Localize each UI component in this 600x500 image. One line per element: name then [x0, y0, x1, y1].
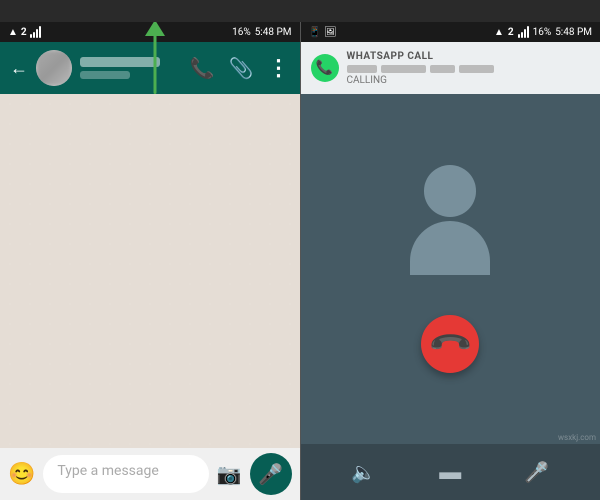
name-block-1	[347, 65, 377, 73]
right-wifi-icon: ▲	[494, 27, 504, 38]
video-button[interactable]: ▬	[430, 452, 470, 492]
message-input[interactable]: Type a message	[43, 455, 208, 493]
name-block-3	[430, 65, 455, 73]
right-signal-bars	[518, 26, 529, 38]
emoji-button[interactable]: 😊	[8, 462, 35, 487]
chat-input-bar: 😊 Type a message 📷 🎤	[0, 448, 300, 500]
right-time: 5:48 PM	[555, 27, 592, 38]
name-block-4	[459, 65, 494, 73]
chat-header: ← 📞 📎 ⋮	[0, 42, 300, 94]
phone-icon[interactable]: 📞	[190, 56, 215, 80]
call-screen: 📞 wsxkj.com	[301, 94, 600, 444]
header-icons: 📞 📎 ⋮	[190, 56, 290, 81]
contact-avatar-small	[36, 50, 72, 86]
right-time-area: ▲ 2 16% 5:48 PM	[494, 26, 592, 38]
call-contact-blocks	[347, 65, 591, 73]
right-photo-icon: 🖼	[324, 27, 337, 38]
camera-button[interactable]: 📷	[217, 462, 242, 486]
left-signal-icon: 2	[21, 27, 27, 38]
chat-area	[0, 94, 300, 448]
mic-icon: 🎤	[258, 462, 283, 486]
contact-name-placeholder	[80, 57, 160, 67]
mute-button[interactable]: 🎤	[517, 452, 557, 492]
speaker-icon: 🔈	[351, 460, 376, 484]
r-signal-bar-2	[521, 32, 523, 38]
end-call-icon: 📞	[426, 320, 474, 368]
contact-name-area	[80, 57, 182, 79]
r-signal-bar-4	[527, 26, 529, 38]
signal-bar-2	[33, 32, 35, 38]
right-signal-num: 2	[508, 27, 514, 38]
r-signal-bar-1	[518, 34, 520, 38]
paperclip-icon[interactable]: 📎	[229, 56, 254, 80]
chat-wallpaper	[0, 94, 300, 448]
left-status-icons: ▲ 2	[8, 26, 41, 38]
whatsapp-phone-icon: 📞	[316, 60, 333, 76]
right-status-bar: 📱 🖼 ▲ 2 16% 5:48 PM	[301, 22, 600, 42]
back-button[interactable]: ←	[10, 58, 28, 79]
name-block-2	[381, 65, 426, 73]
contact-status-placeholder	[80, 71, 130, 79]
call-action-bar: 🔈 ▬ 🎤	[301, 444, 600, 500]
status-bar	[0, 0, 600, 22]
contact-avatar-large	[400, 165, 500, 275]
mic-button[interactable]: 🎤	[250, 453, 292, 495]
call-notification: 📞 WHATSAPP CALL CALLING	[301, 42, 600, 94]
right-panel: 📱 🖼 ▲ 2 16% 5:48 PM 📞	[301, 22, 600, 500]
left-time-area: 16% 5:48 PM	[232, 27, 291, 38]
message-placeholder: Type a message	[57, 463, 158, 479]
avatar-body	[410, 221, 490, 275]
signal-bar-1	[30, 34, 32, 38]
signal-bar-4	[39, 26, 41, 38]
r-signal-bar-3	[524, 29, 526, 38]
avatar-blur	[36, 50, 72, 86]
avatar-head	[424, 165, 476, 217]
call-notification-title: WHATSAPP CALL	[347, 51, 591, 62]
call-notification-text: WHATSAPP CALL CALLING	[347, 51, 591, 86]
speaker-button[interactable]: 🔈	[344, 452, 384, 492]
more-options-icon[interactable]: ⋮	[268, 56, 290, 81]
left-panel: ▲ 2 16% 5:48 PM ←	[0, 22, 300, 500]
right-whatsapp-icon: 📱	[309, 27, 321, 38]
right-status-icons: 📱 🖼	[309, 27, 337, 38]
left-battery-pct: 16%	[232, 27, 251, 38]
calling-text: CALLING	[347, 75, 591, 86]
left-wifi-icon: ▲	[8, 27, 18, 38]
video-icon: ▬	[439, 459, 461, 485]
left-status-bar: ▲ 2 16% 5:48 PM	[0, 22, 300, 42]
status-bar-left	[0, 0, 12, 22]
signal-bar-3	[36, 29, 38, 38]
watermark: wsxkj.com	[558, 433, 596, 442]
left-signal-bars	[30, 26, 41, 38]
end-call-button[interactable]: 📞	[421, 315, 479, 373]
whatsapp-logo: 📞	[311, 54, 339, 82]
main-content: ▲ 2 16% 5:48 PM ←	[0, 22, 600, 500]
right-battery-pct: 16%	[533, 27, 552, 38]
status-bar-right	[588, 0, 600, 22]
left-time: 5:48 PM	[255, 27, 292, 38]
